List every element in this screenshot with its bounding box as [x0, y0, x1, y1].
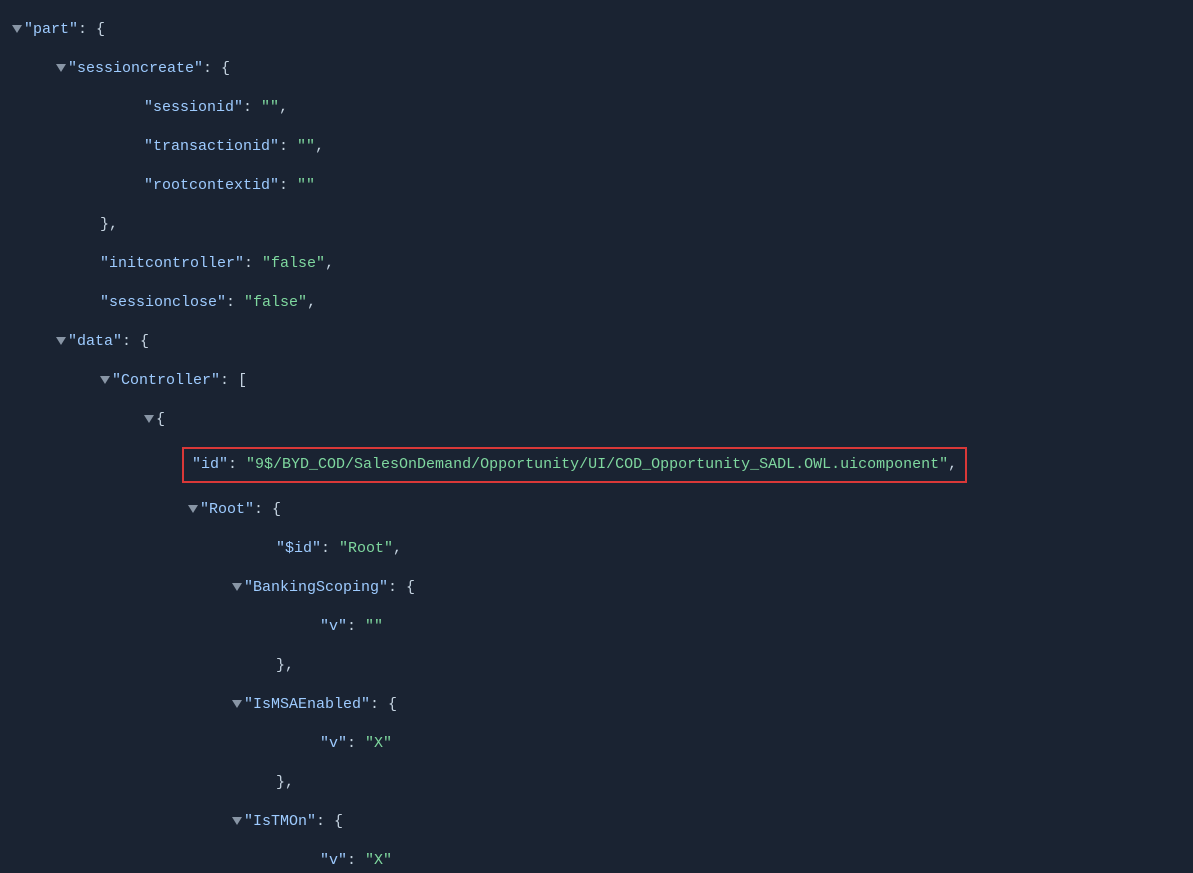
json-line: "IsMSAEnabled": {	[12, 693, 1181, 717]
json-line: },	[12, 654, 1181, 678]
json-key: "$id"	[276, 540, 321, 557]
json-key: "IsTMOn"	[244, 813, 316, 830]
json-key: "initcontroller"	[100, 255, 244, 272]
json-close-brace: },	[276, 774, 294, 791]
json-key: "Controller"	[112, 372, 220, 389]
json-line: "Controller": [	[12, 369, 1181, 393]
json-key: "data"	[68, 333, 122, 350]
json-key: "id"	[192, 456, 228, 473]
json-line: "IsTMOn": {	[12, 810, 1181, 834]
json-line: "v": ""	[12, 615, 1181, 639]
json-line: },	[12, 213, 1181, 237]
json-line: "sessionid": "",	[12, 96, 1181, 120]
json-line: "sessioncreate": {	[12, 57, 1181, 81]
json-punct: : {	[78, 21, 105, 38]
collapse-toggle-icon[interactable]	[56, 337, 66, 345]
json-line: "initcontroller": "false",	[12, 252, 1181, 276]
collapse-toggle-icon[interactable]	[232, 700, 242, 708]
collapse-toggle-icon[interactable]	[188, 505, 198, 513]
collapse-toggle-icon[interactable]	[12, 25, 22, 33]
json-key: "v"	[320, 618, 347, 635]
json-open-brace: {	[156, 411, 165, 428]
json-tree-viewer: "part": { "sessioncreate": { "sessionid"…	[12, 18, 1181, 873]
json-value: "X"	[365, 735, 392, 752]
json-line: "Root": {	[12, 498, 1181, 522]
json-value: ""	[365, 618, 383, 635]
json-value: ""	[261, 99, 279, 116]
json-value: ""	[297, 138, 315, 155]
json-line: "data": {	[12, 330, 1181, 354]
json-key: "Root"	[200, 501, 254, 518]
json-highlighted-line: "id": "9$/BYD_COD/SalesOnDemand/Opportun…	[12, 447, 1181, 483]
json-line: },	[12, 771, 1181, 795]
json-line: "part": {	[12, 18, 1181, 42]
collapse-toggle-icon[interactable]	[100, 376, 110, 384]
collapse-toggle-icon[interactable]	[144, 415, 154, 423]
json-close-brace: },	[100, 216, 118, 233]
json-key: "part"	[24, 21, 78, 38]
json-key: "sessionid"	[144, 99, 243, 116]
json-value: "Root"	[339, 540, 393, 557]
collapse-toggle-icon[interactable]	[232, 583, 242, 591]
json-line: "transactionid": "",	[12, 135, 1181, 159]
json-line: {	[12, 408, 1181, 432]
json-key: "sessioncreate"	[68, 60, 203, 77]
json-value: "9$/BYD_COD/SalesOnDemand/Opportunity/UI…	[246, 456, 948, 473]
json-key: "BankingScoping"	[244, 579, 388, 596]
json-line: "v": "X"	[12, 732, 1181, 756]
json-key: "v"	[320, 735, 347, 752]
json-key: "IsMSAEnabled"	[244, 696, 370, 713]
json-key: "sessionclose"	[100, 294, 226, 311]
json-line: "$id": "Root",	[12, 537, 1181, 561]
collapse-toggle-icon[interactable]	[56, 64, 66, 72]
json-line: "sessionclose": "false",	[12, 291, 1181, 315]
json-value: "false"	[244, 294, 307, 311]
json-close-brace: },	[276, 657, 294, 674]
json-key: "transactionid"	[144, 138, 279, 155]
highlight-annotation: "id": "9$/BYD_COD/SalesOnDemand/Opportun…	[182, 447, 967, 483]
json-value: "false"	[262, 255, 325, 272]
json-line: "v": "X"	[12, 849, 1181, 873]
json-line: "rootcontextid": ""	[12, 174, 1181, 198]
json-value: ""	[297, 177, 315, 194]
json-line: "BankingScoping": {	[12, 576, 1181, 600]
json-key: "rootcontextid"	[144, 177, 279, 194]
json-value: "X"	[365, 852, 392, 869]
json-key: "v"	[320, 852, 347, 869]
collapse-toggle-icon[interactable]	[232, 817, 242, 825]
